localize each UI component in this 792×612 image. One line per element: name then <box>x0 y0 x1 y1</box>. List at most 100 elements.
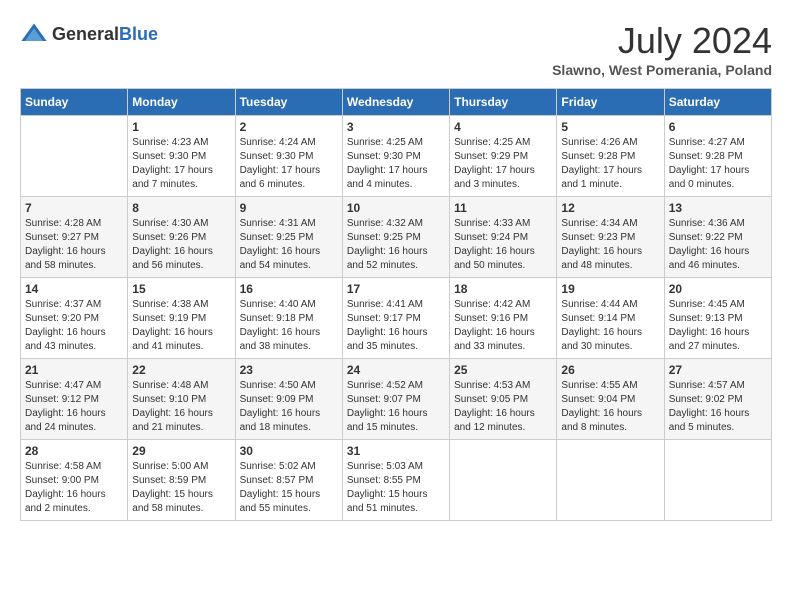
calendar-cell <box>664 440 771 521</box>
day-number: 3 <box>347 120 445 134</box>
day-number: 30 <box>240 444 338 458</box>
calendar-cell: 8 Sunrise: 4:30 AM Sunset: 9:26 PM Daylig… <box>128 197 235 278</box>
cell-content: Sunrise: 4:55 AM Sunset: 9:04 PM Dayligh… <box>561 379 659 435</box>
cell-content: Sunrise: 4:45 AM Sunset: 9:13 PM Dayligh… <box>669 298 767 354</box>
day-number: 27 <box>669 363 767 377</box>
cell-content: Sunrise: 4:24 AM Sunset: 9:30 PM Dayligh… <box>240 136 338 192</box>
calendar-week-4: 21 Sunrise: 4:47 AM Sunset: 9:12 PM Dayli… <box>21 359 772 440</box>
col-wednesday: Wednesday <box>342 89 449 116</box>
day-number: 7 <box>25 201 123 215</box>
day-number: 25 <box>454 363 552 377</box>
logo-text-blue: Blue <box>119 24 158 44</box>
calendar-cell: 22Sunrise: 4:48 AM Sunset: 9:10 PM Dayli… <box>128 359 235 440</box>
calendar-cell: 5Sunrise: 4:26 AM Sunset: 9:28 PM Daylig… <box>557 116 664 197</box>
calendar-cell: 29 Sunrise: 5:00 AM Sunset: 8:59 PM Dayli… <box>128 440 235 521</box>
cell-content: Sunrise: 4:25 AM Sunset: 9:30 PM Dayligh… <box>347 136 445 192</box>
day-number: 31 <box>347 444 445 458</box>
cell-content: Sunrise: 4:30 AM Sunset: 9:26 PM Dayligh… <box>132 217 230 273</box>
logo: GeneralBlue <box>20 20 158 48</box>
cell-content: Sunrise: 5:00 AM Sunset: 8:59 PM Dayligh… <box>132 460 230 516</box>
day-number: 24 <box>347 363 445 377</box>
cell-content: Sunrise: 4:37 AM Sunset: 9:20 PM Dayligh… <box>25 298 123 354</box>
day-number: 23 <box>240 363 338 377</box>
month-year: July 2024 <box>552 20 772 62</box>
calendar-cell <box>21 116 128 197</box>
calendar-cell: 4Sunrise: 4:25 AM Sunset: 9:29 PM Daylig… <box>450 116 557 197</box>
cell-content: Sunrise: 4:31 AM Sunset: 9:25 PM Dayligh… <box>240 217 338 273</box>
day-number: 28 <box>25 444 123 458</box>
cell-content: Sunrise: 4:25 AM Sunset: 9:29 PM Dayligh… <box>454 136 552 192</box>
cell-content: Sunrise: 4:47 AM Sunset: 9:12 PM Dayligh… <box>25 379 123 435</box>
cell-content: Sunrise: 4:44 AM Sunset: 9:14 PM Dayligh… <box>561 298 659 354</box>
calendar-cell: 18 Sunrise: 4:42 AM Sunset: 9:16 PM Dayli… <box>450 278 557 359</box>
day-number: 11 <box>454 201 552 215</box>
calendar-cell: 2Sunrise: 4:24 AM Sunset: 9:30 PM Daylig… <box>235 116 342 197</box>
day-number: 9 <box>240 201 338 215</box>
calendar-week-5: 28Sunrise: 4:58 AM Sunset: 9:00 PM Dayli… <box>21 440 772 521</box>
col-saturday: Saturday <box>664 89 771 116</box>
col-friday: Friday <box>557 89 664 116</box>
day-number: 6 <box>669 120 767 134</box>
calendar-cell: 20Sunrise: 4:45 AM Sunset: 9:13 PM Dayli… <box>664 278 771 359</box>
calendar-cell: 6 Sunrise: 4:27 AM Sunset: 9:28 PM Daylig… <box>664 116 771 197</box>
day-number: 26 <box>561 363 659 377</box>
cell-content: Sunrise: 5:02 AM Sunset: 8:57 PM Dayligh… <box>240 460 338 516</box>
col-sunday: Sunday <box>21 89 128 116</box>
calendar-cell: 15Sunrise: 4:38 AM Sunset: 9:19 PM Dayli… <box>128 278 235 359</box>
calendar-cell: 24 Sunrise: 4:52 AM Sunset: 9:07 PM Dayli… <box>342 359 449 440</box>
calendar-cell: 28Sunrise: 4:58 AM Sunset: 9:00 PM Dayli… <box>21 440 128 521</box>
cell-content: Sunrise: 4:27 AM Sunset: 9:28 PM Dayligh… <box>669 136 767 192</box>
day-number: 17 <box>347 282 445 296</box>
col-monday: Monday <box>128 89 235 116</box>
calendar-cell: 21 Sunrise: 4:47 AM Sunset: 9:12 PM Dayli… <box>21 359 128 440</box>
calendar-cell <box>450 440 557 521</box>
day-number: 14 <box>25 282 123 296</box>
day-number: 18 <box>454 282 552 296</box>
cell-content: Sunrise: 5:03 AM Sunset: 8:55 PM Dayligh… <box>347 460 445 516</box>
calendar-cell: 19 Sunrise: 4:44 AM Sunset: 9:14 PM Dayli… <box>557 278 664 359</box>
cell-content: Sunrise: 4:26 AM Sunset: 9:28 PM Dayligh… <box>561 136 659 192</box>
day-number: 22 <box>132 363 230 377</box>
cell-content: Sunrise: 4:33 AM Sunset: 9:24 PM Dayligh… <box>454 217 552 273</box>
calendar-cell: 3 Sunrise: 4:25 AM Sunset: 9:30 PM Daylig… <box>342 116 449 197</box>
page-header: GeneralBlue July 2024 Slawno, West Pomer… <box>20 20 772 78</box>
day-number: 8 <box>132 201 230 215</box>
day-number: 19 <box>561 282 659 296</box>
cell-content: Sunrise: 4:23 AM Sunset: 9:30 PM Dayligh… <box>132 136 230 192</box>
calendar-week-3: 14 Sunrise: 4:37 AM Sunset: 9:20 PM Dayli… <box>21 278 772 359</box>
day-number: 29 <box>132 444 230 458</box>
cell-content: Sunrise: 4:53 AM Sunset: 9:05 PM Dayligh… <box>454 379 552 435</box>
calendar-cell: 30 Sunrise: 5:02 AM Sunset: 8:57 PM Dayli… <box>235 440 342 521</box>
calendar-cell: 14 Sunrise: 4:37 AM Sunset: 9:20 PM Dayli… <box>21 278 128 359</box>
col-tuesday: Tuesday <box>235 89 342 116</box>
logo-text-general: General <box>52 24 119 44</box>
calendar-cell: 25 Sunrise: 4:53 AM Sunset: 9:05 PM Dayli… <box>450 359 557 440</box>
calendar-cell: 27Sunrise: 4:57 AM Sunset: 9:02 PM Dayli… <box>664 359 771 440</box>
cell-content: Sunrise: 4:42 AM Sunset: 9:16 PM Dayligh… <box>454 298 552 354</box>
calendar-cell: 7Sunrise: 4:28 AM Sunset: 9:27 PM Daylig… <box>21 197 128 278</box>
calendar-table: Sunday Monday Tuesday Wednesday Thursday… <box>20 88 772 521</box>
calendar-cell: 23Sunrise: 4:50 AM Sunset: 9:09 PM Dayli… <box>235 359 342 440</box>
day-number: 10 <box>347 201 445 215</box>
cell-content: Sunrise: 4:38 AM Sunset: 9:19 PM Dayligh… <box>132 298 230 354</box>
cell-content: Sunrise: 4:41 AM Sunset: 9:17 PM Dayligh… <box>347 298 445 354</box>
cell-content: Sunrise: 4:34 AM Sunset: 9:23 PM Dayligh… <box>561 217 659 273</box>
calendar-cell: 10 Sunrise: 4:32 AM Sunset: 9:25 PM Dayli… <box>342 197 449 278</box>
calendar-cell: 12 Sunrise: 4:34 AM Sunset: 9:23 PM Dayli… <box>557 197 664 278</box>
cell-content: Sunrise: 4:36 AM Sunset: 9:22 PM Dayligh… <box>669 217 767 273</box>
calendar-cell: 9 Sunrise: 4:31 AM Sunset: 9:25 PM Daylig… <box>235 197 342 278</box>
day-number: 21 <box>25 363 123 377</box>
calendar-cell: 16Sunrise: 4:40 AM Sunset: 9:18 PM Dayli… <box>235 278 342 359</box>
col-thursday: Thursday <box>450 89 557 116</box>
cell-content: Sunrise: 4:52 AM Sunset: 9:07 PM Dayligh… <box>347 379 445 435</box>
calendar-cell: 31 Sunrise: 5:03 AM Sunset: 8:55 PM Dayli… <box>342 440 449 521</box>
calendar-cell: 17 Sunrise: 4:41 AM Sunset: 9:17 PM Dayli… <box>342 278 449 359</box>
day-number: 12 <box>561 201 659 215</box>
cell-content: Sunrise: 4:40 AM Sunset: 9:18 PM Dayligh… <box>240 298 338 354</box>
day-number: 13 <box>669 201 767 215</box>
title-area: July 2024 Slawno, West Pomerania, Poland <box>552 20 772 78</box>
calendar-week-2: 7Sunrise: 4:28 AM Sunset: 9:27 PM Daylig… <box>21 197 772 278</box>
calendar-week-1: 1Sunrise: 4:23 AM Sunset: 9:30 PM Daylig… <box>21 116 772 197</box>
cell-content: Sunrise: 4:32 AM Sunset: 9:25 PM Dayligh… <box>347 217 445 273</box>
calendar-cell: 11 Sunrise: 4:33 AM Sunset: 9:24 PM Dayli… <box>450 197 557 278</box>
